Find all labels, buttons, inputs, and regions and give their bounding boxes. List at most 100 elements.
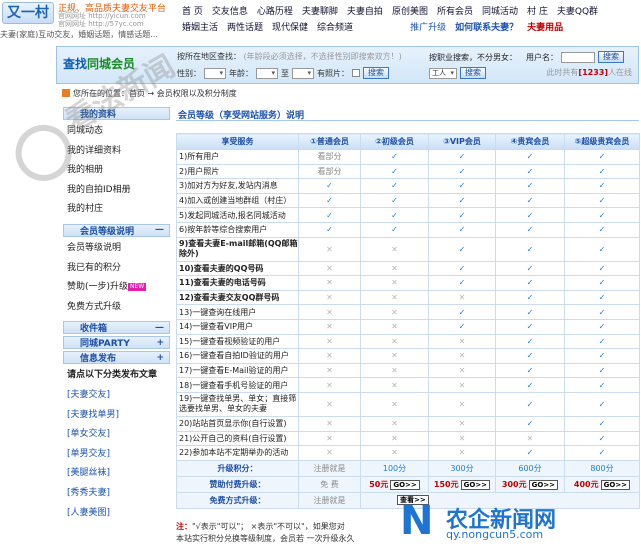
cross-icon: ✕ bbox=[360, 333, 429, 350]
cross-icon: ✕ bbox=[360, 377, 429, 393]
sidebar-inbox[interactable]: 收件箱 — bbox=[63, 321, 170, 335]
sidebar-my-section[interactable]: 我的资料 bbox=[63, 107, 170, 120]
check-icon: ✓ bbox=[495, 415, 565, 432]
go-button[interactable]: GO>> bbox=[600, 479, 631, 490]
collapse-icon: — bbox=[155, 225, 164, 236]
nav-link[interactable]: 夫妻QQ群 bbox=[557, 4, 598, 17]
breadcrumb-text: 您所在的位置：首页 → 会员权限以及积分制度 bbox=[73, 89, 237, 98]
check-icon: ✓ bbox=[495, 192, 565, 209]
contact-link[interactable]: 如何联系夫妻？ bbox=[455, 20, 518, 33]
gender-label: 性别： bbox=[177, 68, 201, 78]
occupation-label: 按职业搜索，不分男女： bbox=[429, 52, 517, 62]
sidebar-item[interactable]: 我的详细资料 bbox=[63, 142, 170, 162]
nav-link[interactable]: 夫妻聊脚 bbox=[302, 4, 338, 17]
nav-link[interactable]: 现代保健 bbox=[272, 20, 308, 33]
nav-link[interactable]: 夫妻自拍 bbox=[347, 4, 383, 17]
site-logo[interactable]: 又一村 正规、高品质夫妻交友平台 官网网址 http://yicun.com 官… bbox=[0, 0, 180, 28]
nav-link[interactable]: 所有会员 bbox=[437, 4, 473, 17]
age-from-select[interactable] bbox=[256, 67, 278, 79]
check-icon: ✓ bbox=[495, 207, 565, 223]
sidebar-item[interactable]: 会员等级说明 bbox=[63, 239, 170, 259]
sidebar-party[interactable]: 同城PARTY + bbox=[63, 336, 170, 350]
go-button[interactable]: GO>> bbox=[390, 479, 420, 490]
view-button[interactable]: 查看>> bbox=[397, 495, 429, 506]
check-icon: ✓ bbox=[495, 149, 565, 165]
nav-link[interactable]: 同城活动 bbox=[482, 4, 518, 17]
nav-row-2: 婚姻主活 两性话题 现代保健 综合频道 推广升级 如何联系夫妻？ 夫妻用品 bbox=[182, 18, 638, 34]
sidebar-item[interactable]: 赞助(一步)升级 NEW bbox=[63, 278, 170, 298]
check-icon: ✓ bbox=[495, 304, 565, 320]
occupation-search-button[interactable]: 搜索 bbox=[460, 67, 486, 79]
sidebar-item[interactable]: 我的相册 bbox=[63, 161, 170, 181]
cross-icon: ✕ bbox=[428, 289, 496, 306]
nav-link[interactable]: 交友信息 bbox=[212, 4, 248, 17]
cross-icon: ✕ bbox=[360, 362, 429, 379]
check-icon: ✓ bbox=[495, 221, 565, 238]
category-link[interactable]: [美腿丝袜] bbox=[63, 464, 170, 484]
category-link[interactable]: [单男交友] bbox=[63, 445, 170, 465]
table-row: 16)一键查看自拍ID验证的用户 ✕ ✕ ✕ ✓ ✓ bbox=[176, 348, 640, 364]
check-icon: ✓ bbox=[564, 207, 640, 223]
logo-urls: 官网网址 http://yicun.com 官网网址 http://57yc.c… bbox=[58, 12, 146, 28]
check-icon: ✓ bbox=[428, 275, 496, 291]
nav-link[interactable]: 婚姻主活 bbox=[182, 20, 218, 33]
shop-link[interactable]: 夫妻用品 bbox=[527, 20, 563, 33]
go-button[interactable]: GO>> bbox=[460, 479, 491, 490]
nav-link[interactable]: 心路历程 bbox=[257, 4, 293, 17]
note-line-2: 本站实行积分兑换等级制度，会员若 一次升级永久 bbox=[176, 534, 355, 543]
go-button[interactable]: GO>> bbox=[528, 479, 559, 490]
check-icon: ✓ bbox=[564, 391, 640, 417]
sidebar-item[interactable]: 同城动态 bbox=[63, 122, 170, 142]
check-icon: ✓ bbox=[428, 304, 496, 320]
service-name: 1)所有用户 bbox=[176, 149, 299, 165]
column-header: ③VIP会员 bbox=[428, 133, 496, 150]
username-search-button[interactable]: 搜索 bbox=[598, 51, 624, 63]
table-row: 22)参加本站不定期举办的活动 ✕ ✕ ✕ ✓ ✓ bbox=[176, 445, 640, 461]
check-icon: ✓ bbox=[428, 178, 496, 194]
username-input[interactable] bbox=[561, 51, 595, 63]
filter-row: 性别： 年龄： 至 有照片： 搜索 bbox=[177, 67, 389, 79]
promo-link[interactable]: 推广升级 bbox=[410, 20, 446, 33]
table-row: 9)查看夫妻E-mail邮箱(QQ邮箱除外) ✕ ✕ ✓ ✓ ✓ bbox=[176, 236, 640, 262]
nav-link[interactable]: 首 页 bbox=[182, 4, 203, 17]
check-icon: ✓ bbox=[495, 178, 565, 194]
check-icon: ✓ bbox=[428, 318, 496, 335]
section-title: 会员等级（享受网站服务）说明 bbox=[176, 108, 639, 121]
sidebar-item-label: 会员等级说明 bbox=[67, 242, 122, 253]
home-icon bbox=[62, 89, 70, 97]
check-icon: ✓ bbox=[298, 178, 361, 194]
category-link[interactable]: [夫妻找单男] bbox=[63, 406, 170, 426]
cross-icon: ✕ bbox=[298, 377, 361, 393]
category-link[interactable]: [单女交友] bbox=[63, 425, 170, 445]
nav-link[interactable]: 两性话题 bbox=[227, 20, 263, 33]
sidebar-item[interactable]: 我的村庄 bbox=[63, 200, 170, 220]
check-icon: ✓ bbox=[360, 178, 429, 194]
gender-select[interactable] bbox=[204, 67, 226, 79]
nav-link[interactable]: 综合频道 bbox=[317, 20, 353, 33]
sponsor-value: 150元 GO>> bbox=[428, 475, 496, 493]
price-label: 150元 bbox=[433, 479, 459, 489]
sidebar-item[interactable]: 免费方式升级 bbox=[63, 298, 170, 318]
nav-link[interactable]: 村 庄 bbox=[527, 4, 548, 17]
occupation-select[interactable]: 工人 bbox=[429, 67, 457, 79]
age-to-select[interactable] bbox=[292, 67, 314, 79]
sidebar-item-label: 免费方式升级 bbox=[67, 301, 122, 312]
category-link[interactable]: [秀秀夫妻] bbox=[63, 484, 170, 504]
table-row: 6)按年龄等综合搜索用户 ✓ ✓ ✓ ✓ ✓ bbox=[176, 221, 640, 238]
search-button[interactable]: 搜索 bbox=[363, 67, 389, 79]
service-name: 17)一键查看E-Mail验证的用户 bbox=[176, 362, 299, 379]
sidebar-level-section[interactable]: 会员等级说明 — bbox=[63, 223, 170, 237]
photo-checkbox[interactable] bbox=[352, 69, 360, 77]
sidebar-item[interactable]: 我的自拍ID相册 bbox=[63, 181, 170, 201]
category-link[interactable]: [人妻美图] bbox=[63, 504, 170, 524]
sidebar-publish[interactable]: 信息发布 + bbox=[63, 351, 170, 365]
cross-icon: ✕ bbox=[428, 362, 496, 379]
sidebar-item[interactable]: 我已有的积分 bbox=[63, 259, 170, 279]
free-upgrade-row-label: 免费方式升级： bbox=[176, 491, 299, 509]
nav-link[interactable]: 原创美图 bbox=[392, 4, 428, 17]
service-name: 11)查看夫妻的电话号码 bbox=[176, 275, 299, 291]
free-value: 免 费 bbox=[298, 475, 361, 493]
category-link[interactable]: [夫妻交友] bbox=[63, 386, 170, 406]
check-icon: ✓ bbox=[564, 348, 640, 364]
new-badge: NEW bbox=[128, 283, 147, 292]
